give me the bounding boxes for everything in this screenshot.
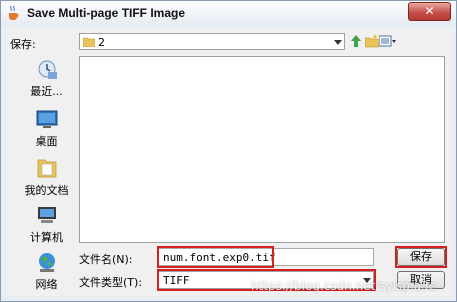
desktop-icon [36, 110, 58, 128]
place-label: 计算机 [30, 231, 63, 244]
place-documents[interactable]: 我的文档 [14, 157, 79, 205]
save-in-combo[interactable]: 2 [79, 33, 345, 50]
network-globe-icon [39, 253, 55, 272]
file-list[interactable] [79, 56, 445, 243]
chevron-down-icon[interactable] [334, 39, 342, 45]
window-title: Save Multi-page TIFF Image [27, 6, 186, 20]
place-label: 网络 [35, 278, 58, 291]
recent-places-icon [38, 60, 57, 79]
up-folder-icon[interactable] [349, 34, 363, 48]
place-desktop[interactable]: 桌面 [14, 108, 79, 156]
place-label: 桌面 [35, 135, 58, 148]
save-in-label: 保存: [10, 38, 36, 51]
dialog-body: 保存: 2 最近... 桌面 我的文档 计算机 网络 文件名(N): num.f… [6, 28, 452, 296]
close-button[interactable]: ✕ [408, 2, 451, 21]
place-recent[interactable]: 最近... [14, 58, 79, 106]
filetype-label: 文件类型(T): [79, 276, 143, 289]
view-menu-icon[interactable] [379, 34, 397, 48]
watermark: https://blog.csdn.net/sylsp.a3e [251, 279, 437, 293]
title-bar[interactable]: Save Multi-page TIFF Image ✕ [1, 1, 456, 27]
folder-icon [83, 37, 95, 47]
save-highlight [395, 246, 447, 268]
new-folder-icon[interactable] [365, 34, 379, 48]
place-label: 我的文档 [24, 184, 69, 197]
java-cup-icon [9, 6, 19, 20]
computer-icon [38, 207, 56, 223]
documents-folder-icon [37, 159, 57, 178]
place-label: 最近... [30, 85, 63, 98]
place-network[interactable]: 网络 [14, 251, 79, 299]
save-in-value: 2 [98, 36, 105, 49]
place-computer[interactable]: 计算机 [14, 204, 79, 252]
filename-label: 文件名(N): [79, 253, 133, 266]
save-dialog: Save Multi-page TIFF Image ✕ 保存: 2 最近...… [0, 0, 457, 302]
filename-highlight [157, 246, 274, 268]
